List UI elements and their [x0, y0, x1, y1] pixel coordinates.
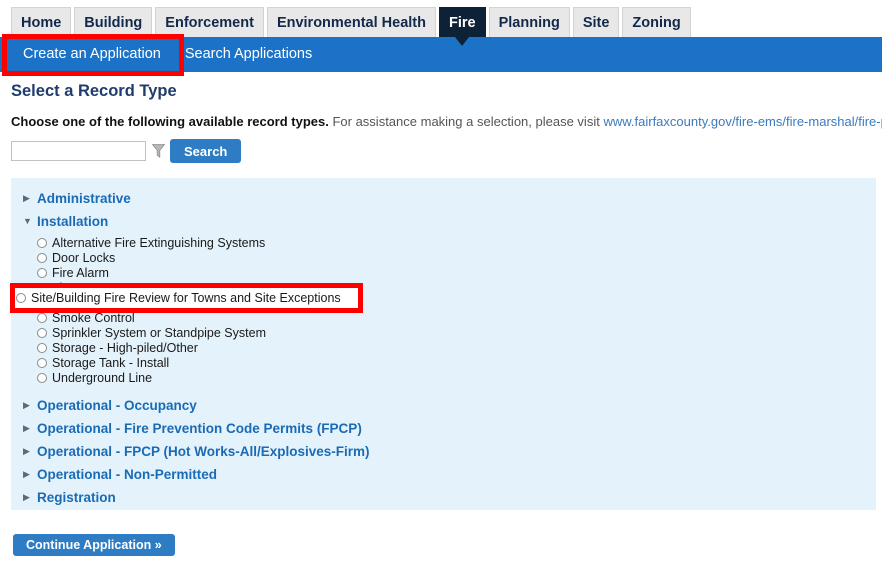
record-group-label: Installation [37, 214, 109, 229]
record-group-operational-occupancy[interactable]: Operational - Occupancy [11, 394, 876, 417]
chevron-right-icon [23, 401, 37, 410]
module-tab-site[interactable]: Site [572, 7, 620, 37]
chevron-right-icon [23, 424, 37, 433]
module-tab-label: Planning [498, 15, 560, 31]
sub-navigation-bar: Create an Application Search Application… [0, 37, 882, 72]
chevron-right-icon [23, 493, 37, 502]
fire-plus-help-link[interactable]: www.fairfaxcounty.gov/fire-ems/fire-mars… [603, 114, 882, 129]
record-type-panel: Administrative Installation Alternative … [11, 178, 876, 510]
record-type-option[interactable]: Underground Line [11, 370, 876, 385]
record-type-label: Door Locks [52, 250, 116, 265]
funnel-icon[interactable] [146, 144, 170, 158]
module-tab-building[interactable]: Building [74, 7, 153, 37]
page-title: Select a Record Type [11, 82, 177, 100]
module-tab-label: Fire [449, 15, 476, 31]
record-type-option[interactable]: Door Locks [11, 250, 876, 265]
record-type-label: Fire Alarm [52, 265, 109, 280]
record-type-option[interactable]: Storage - High-piled/Other [11, 340, 876, 355]
record-type-option[interactable]: Sprinkler System or Standpipe System [11, 325, 876, 340]
search-input[interactable] [11, 141, 146, 161]
subnav-item-search-applications[interactable]: Search Applications [173, 37, 324, 72]
record-group-operational-non-permitted[interactable]: Operational - Non-Permitted [11, 463, 876, 486]
module-tab-label: Site [582, 15, 610, 31]
record-type-label: Site/Building Fire Review for Towns and … [31, 291, 341, 305]
record-group-label: Operational - FPCP (Hot Works-All/Explos… [37, 444, 370, 459]
record-group-installation[interactable]: Installation [11, 210, 876, 233]
record-type-label: Sprinkler System or Standpipe System [52, 325, 266, 340]
module-tab-label: Environmental Health [276, 15, 426, 31]
record-group-registration[interactable]: Registration [11, 486, 876, 509]
chevron-right-icon [23, 470, 37, 479]
continue-application-button[interactable]: Continue Application » [13, 534, 175, 556]
module-tab-label: Home [21, 15, 62, 31]
record-type-label: Storage - High-piled/Other [52, 340, 198, 355]
radio-button-icon[interactable] [37, 372, 47, 383]
radio-button-icon[interactable] [37, 267, 47, 278]
record-type-option[interactable]: Storage Tank - Install [11, 355, 876, 370]
intro-instructions: Choose one of the following available re… [11, 114, 882, 129]
module-tab-label: Enforcement [165, 15, 254, 31]
intro-rest-text: For assistance making a selection, pleas… [332, 114, 600, 129]
module-tab-fire[interactable]: Fire [439, 7, 486, 46]
subnav-item-label: Search Applications [184, 46, 313, 62]
record-group-operational-fpcp[interactable]: Operational - Fire Prevention Code Permi… [11, 417, 876, 440]
record-group-label: Administrative [37, 191, 131, 206]
module-tab-planning[interactable]: Planning [488, 7, 570, 37]
record-type-label: Smoke Control [52, 310, 135, 325]
record-type-option[interactable]: Smoke Control [11, 310, 876, 325]
record-type-search-row: Search [11, 139, 242, 163]
record-type-option[interactable]: Fire Alarm [11, 265, 876, 280]
module-tab-enforcement[interactable]: Enforcement [155, 7, 264, 37]
record-group-label: Registration [37, 490, 116, 505]
record-type-label: Alternative Fire Extinguishing Systems [52, 235, 266, 250]
module-tab-zoning[interactable]: Zoning [622, 7, 691, 37]
radio-button-icon[interactable] [37, 252, 47, 263]
intro-strong-text: Choose one of the following available re… [11, 114, 329, 129]
chevron-down-icon [23, 217, 37, 226]
chevron-right-icon [23, 194, 37, 203]
record-type-list-installation: Alternative Fire Extinguishing Systems D… [11, 233, 876, 385]
annotation-highlighted-row-content[interactable]: Site/Building Fire Review for Towns and … [16, 289, 341, 307]
radio-button-icon[interactable] [37, 357, 47, 368]
module-tab-home[interactable]: Home [11, 7, 72, 37]
record-group-administrative[interactable]: Administrative [11, 187, 876, 210]
subnav-item-label: Create an Application [23, 46, 161, 62]
module-tab-label: Building [84, 15, 143, 31]
radio-button-icon[interactable] [37, 327, 47, 338]
record-group-operational-fpcp-hot-works[interactable]: Operational - FPCP (Hot Works-All/Explos… [11, 440, 876, 463]
subnav-item-create-an-application[interactable]: Create an Application [11, 37, 173, 72]
record-type-label: Storage Tank - Install [52, 355, 170, 370]
module-tab-environmental-health[interactable]: Environmental Health [266, 7, 436, 37]
active-tab-pointer-icon [455, 37, 470, 46]
chevron-right-icon [23, 447, 37, 456]
module-tab-bar: Home Building Enforcement Environmental … [0, 0, 882, 46]
radio-button-icon[interactable] [37, 237, 47, 248]
search-button[interactable]: Search [170, 139, 242, 163]
radio-button-icon[interactable] [37, 312, 47, 323]
record-group-label: Operational - Non-Permitted [37, 467, 218, 482]
record-type-option[interactable]: Alternative Fire Extinguishing Systems [11, 235, 876, 250]
record-type-label: Underground Line [52, 370, 153, 385]
radio-button-icon[interactable] [37, 342, 47, 353]
record-group-label: Operational - Fire Prevention Code Permi… [37, 421, 362, 436]
record-group-label: Operational - Occupancy [37, 398, 197, 413]
radio-button-icon[interactable] [16, 293, 26, 303]
module-tab-label: Zoning [632, 15, 681, 31]
